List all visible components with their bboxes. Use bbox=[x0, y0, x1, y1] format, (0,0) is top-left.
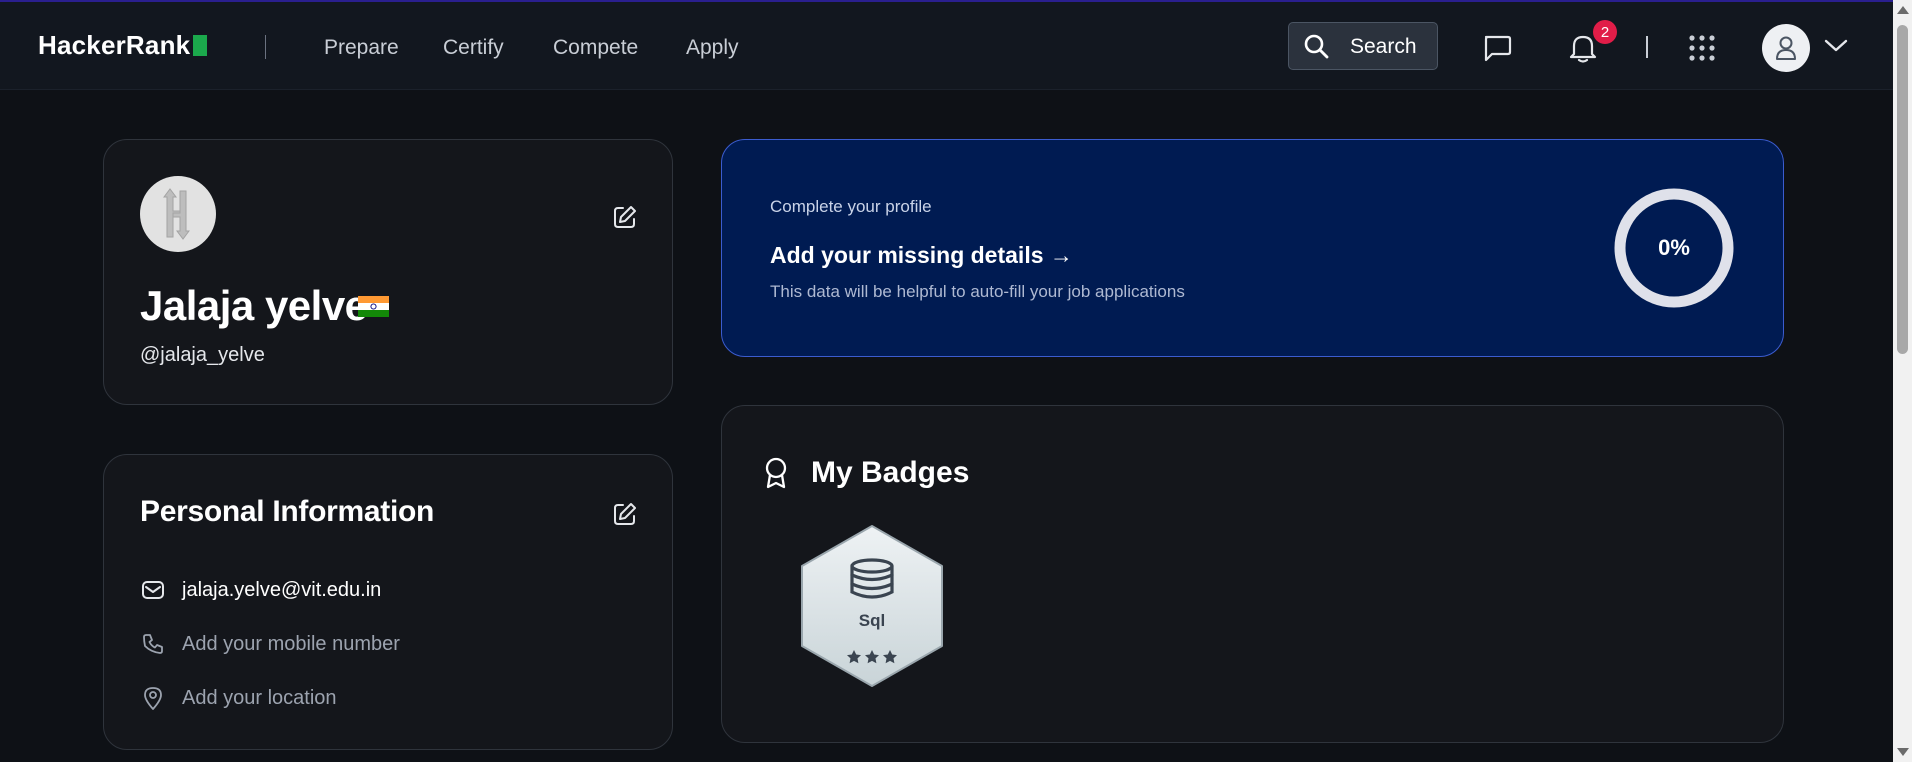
hackerrank-avatar-logo bbox=[163, 188, 190, 240]
profile-avatar bbox=[140, 176, 216, 252]
complete-profile-subtitle: Complete your profile bbox=[770, 197, 932, 216]
complete-profile-card[interactable]: Complete your profile Add your missing d… bbox=[721, 139, 1784, 357]
email-row: jalaja.yelve@vit.edu.in bbox=[140, 577, 381, 603]
edit-profile-icon[interactable] bbox=[612, 204, 638, 230]
profile-completion-percent: 0% bbox=[1658, 235, 1690, 260]
logo-text: HackerRank bbox=[38, 30, 191, 60]
top-navigation-bar: HackerRank Prepare Certify Compete Apply… bbox=[0, 2, 1893, 90]
page-scrollbar[interactable] bbox=[1893, 0, 1912, 762]
nav-divider-right bbox=[1646, 36, 1648, 58]
notification-count-badge: 2 bbox=[1593, 20, 1617, 44]
personal-information-card: Personal Information jalaja.yelve@vit.ed… bbox=[103, 454, 673, 750]
nav-link-certify[interactable]: Certify bbox=[443, 36, 504, 60]
chat-icon[interactable] bbox=[1482, 34, 1512, 62]
search-button[interactable]: Search bbox=[1288, 22, 1438, 70]
complete-profile-description: This data will be helpful to auto-fill y… bbox=[770, 282, 1185, 301]
personal-information-title: Personal Information bbox=[140, 495, 435, 528]
user-icon bbox=[1776, 36, 1796, 60]
nav-link-compete[interactable]: Compete bbox=[553, 36, 638, 60]
search-label: Search bbox=[1350, 35, 1417, 58]
nav-link-apply[interactable]: Apply bbox=[686, 36, 739, 60]
add-missing-details-link[interactable]: Add your missing details → bbox=[770, 242, 1073, 269]
scroll-up-arrow[interactable] bbox=[1897, 6, 1909, 14]
phone-icon bbox=[140, 631, 166, 657]
email-value: jalaja.yelve@vit.edu.in bbox=[182, 578, 382, 601]
location-row[interactable]: Add your location bbox=[140, 685, 337, 711]
user-avatar-button[interactable] bbox=[1762, 24, 1810, 72]
india-flag-icon bbox=[358, 296, 389, 317]
profile-username: @jalaja_yelve bbox=[140, 344, 265, 366]
search-icon bbox=[1304, 34, 1329, 59]
mail-icon bbox=[140, 577, 166, 603]
sql-badge-label: Sql bbox=[858, 611, 886, 630]
nav-divider bbox=[265, 35, 266, 59]
scroll-down-arrow[interactable] bbox=[1897, 748, 1909, 756]
sql-badge[interactable] bbox=[796, 522, 948, 690]
scrollbar-thumb[interactable] bbox=[1897, 25, 1908, 354]
profile-name: Jalaja yelve bbox=[140, 282, 368, 329]
add-mobile-number-link[interactable]: Add your mobile number bbox=[182, 633, 400, 656]
chevron-down-icon[interactable] bbox=[1824, 38, 1848, 54]
mobile-row[interactable]: Add your mobile number bbox=[140, 631, 400, 657]
edit-personal-info-icon[interactable] bbox=[612, 501, 638, 527]
nav-link-prepare[interactable]: Prepare bbox=[324, 36, 399, 60]
location-pin-icon bbox=[140, 685, 166, 711]
apps-grid-icon[interactable] bbox=[1688, 34, 1716, 62]
profile-card: Jalaja yelve @jalaja_yelve bbox=[103, 139, 673, 405]
my-badges-title: My Badges bbox=[811, 456, 970, 489]
add-location-link[interactable]: Add your location bbox=[182, 687, 337, 710]
award-icon bbox=[765, 457, 787, 489]
hackerrank-logo[interactable]: HackerRank bbox=[38, 30, 208, 61]
my-badges-card: My Badges Sql bbox=[721, 405, 1784, 743]
logo-mark bbox=[193, 35, 208, 56]
